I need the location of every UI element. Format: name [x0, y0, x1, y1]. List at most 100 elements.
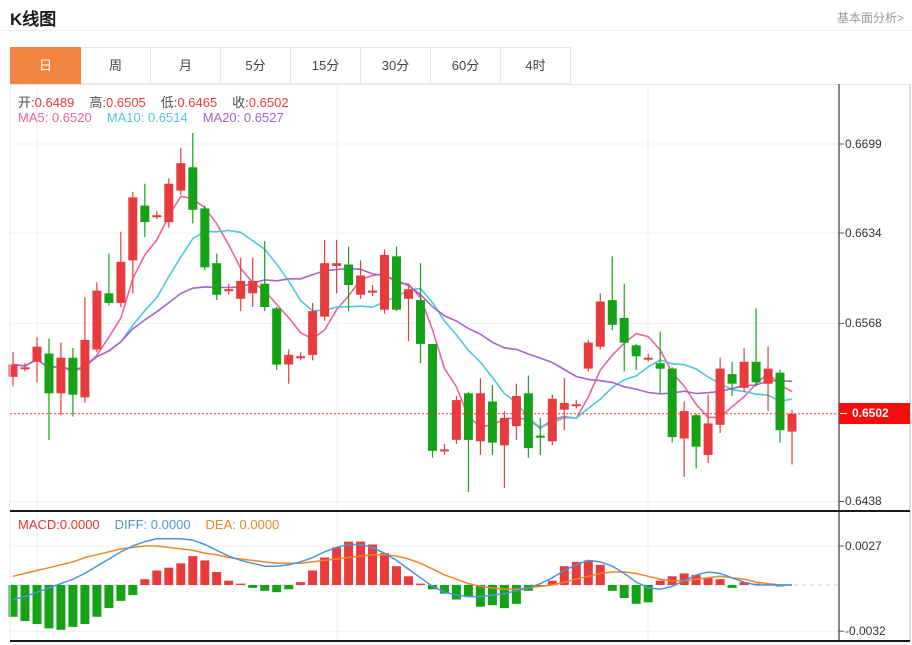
high-value: 0.6505 — [106, 95, 146, 110]
ma5-value: 0.6520 — [51, 110, 92, 125]
diff-value: 0.0000 — [150, 517, 191, 532]
macd-bar — [236, 583, 246, 585]
candle-body — [392, 256, 401, 310]
macd-bar — [416, 583, 425, 585]
candle-body — [535, 435, 545, 438]
macd-bar — [188, 556, 198, 585]
price-tick-2: 0.6634 — [845, 226, 882, 240]
candle-body — [152, 215, 162, 218]
candle-body — [607, 300, 617, 325]
candle-body — [332, 263, 342, 266]
macd-bar — [308, 570, 318, 585]
macd-bar — [380, 553, 389, 585]
macd-bar — [727, 585, 737, 588]
candle-body — [164, 183, 174, 223]
ma10-label: MA10: — [106, 110, 145, 125]
candle-body — [344, 264, 354, 285]
macd-bar — [80, 585, 90, 624]
open-label: 开: — [18, 95, 35, 110]
candle-body — [428, 344, 437, 451]
candle-body — [511, 396, 521, 427]
macd-value: 0.0000 — [59, 517, 100, 532]
candle-body — [451, 400, 461, 440]
candle-body — [320, 263, 330, 317]
candle-body — [176, 163, 186, 191]
macd-bar — [296, 582, 306, 585]
macd-tick-1: 0.0027 — [845, 539, 882, 553]
candle-body — [356, 275, 366, 295]
price-tick-1: 0.6699 — [845, 137, 882, 151]
candle-body — [667, 368, 677, 438]
candle-body — [715, 368, 725, 425]
candle-body — [751, 361, 761, 383]
high-label: 高: — [89, 95, 107, 110]
candle-body — [416, 300, 425, 344]
candle-body — [595, 301, 605, 347]
candle-body — [80, 339, 90, 398]
candle-body — [739, 361, 749, 388]
kline-chart[interactable]: 开:0.6489 高:0.6505 低:0.6465 收:0.6502 MA5:… — [0, 0, 912, 645]
macd-bar — [356, 541, 366, 585]
candle-body — [128, 197, 138, 261]
candle-body — [523, 393, 533, 449]
candle-body — [547, 398, 557, 442]
macd-bar — [272, 585, 282, 593]
macd-bar — [655, 580, 665, 585]
macd-bar — [152, 570, 162, 585]
macd-bar — [320, 557, 330, 585]
candle-body — [775, 372, 785, 431]
candle-body — [116, 261, 126, 303]
candle-body — [248, 281, 258, 294]
macd-bar — [583, 560, 593, 585]
candle-body — [272, 308, 282, 365]
candle-body — [703, 423, 713, 455]
candle-body — [643, 357, 653, 360]
candle-body — [463, 393, 473, 440]
macd-bar — [104, 585, 114, 609]
macd-bar — [68, 585, 78, 627]
candle-body — [691, 415, 701, 447]
candle-body — [200, 208, 210, 268]
macd-bar — [92, 585, 102, 617]
macd-bar — [224, 580, 234, 585]
candle-body — [224, 289, 234, 292]
candle-body — [559, 402, 569, 410]
macd-bar — [248, 585, 258, 588]
price-tick-3: 0.6568 — [845, 316, 882, 330]
candle-body — [92, 290, 102, 350]
macd-bar — [715, 579, 725, 585]
macd-tick-2: -0.0032 — [845, 624, 886, 638]
macd-bar — [511, 585, 521, 604]
candle-body — [296, 356, 306, 359]
candle-body — [188, 167, 198, 210]
candle-body — [475, 393, 485, 442]
macd-bar — [176, 563, 186, 585]
macd-readout: MACD:0.0000 DIFF: 0.0000 DEA: 0.0000 — [18, 517, 294, 532]
close-value: 0.6502 — [248, 95, 289, 110]
open-value: 0.6489 — [34, 95, 75, 110]
candle-body — [571, 404, 581, 407]
macd-bar — [284, 585, 294, 590]
ma20-value: 0.6527 — [243, 110, 284, 125]
panel-separator — [10, 510, 910, 512]
macd-bar — [20, 585, 30, 622]
macd-bar — [404, 576, 413, 585]
macd-bar — [332, 547, 342, 585]
macd-bar — [607, 585, 617, 591]
macd-bar — [631, 585, 641, 604]
ohlc-readout: 开:0.6489 高:0.6505 低:0.6465 收:0.6502 — [18, 92, 304, 111]
candle-body — [631, 345, 641, 357]
candle-body — [787, 413, 797, 432]
candle-body — [140, 205, 150, 222]
dea-value: 0.0000 — [239, 517, 280, 532]
candle-body — [440, 449, 449, 452]
candle-body — [104, 293, 114, 303]
candle-body — [380, 254, 389, 310]
macd-bar — [463, 585, 473, 597]
candle-body — [679, 411, 689, 439]
macd-bar — [619, 585, 629, 598]
candle-body — [44, 353, 54, 394]
price-tick-4: 0.6438 — [845, 494, 882, 508]
candle-body — [56, 357, 66, 394]
macd-bar — [128, 585, 138, 596]
